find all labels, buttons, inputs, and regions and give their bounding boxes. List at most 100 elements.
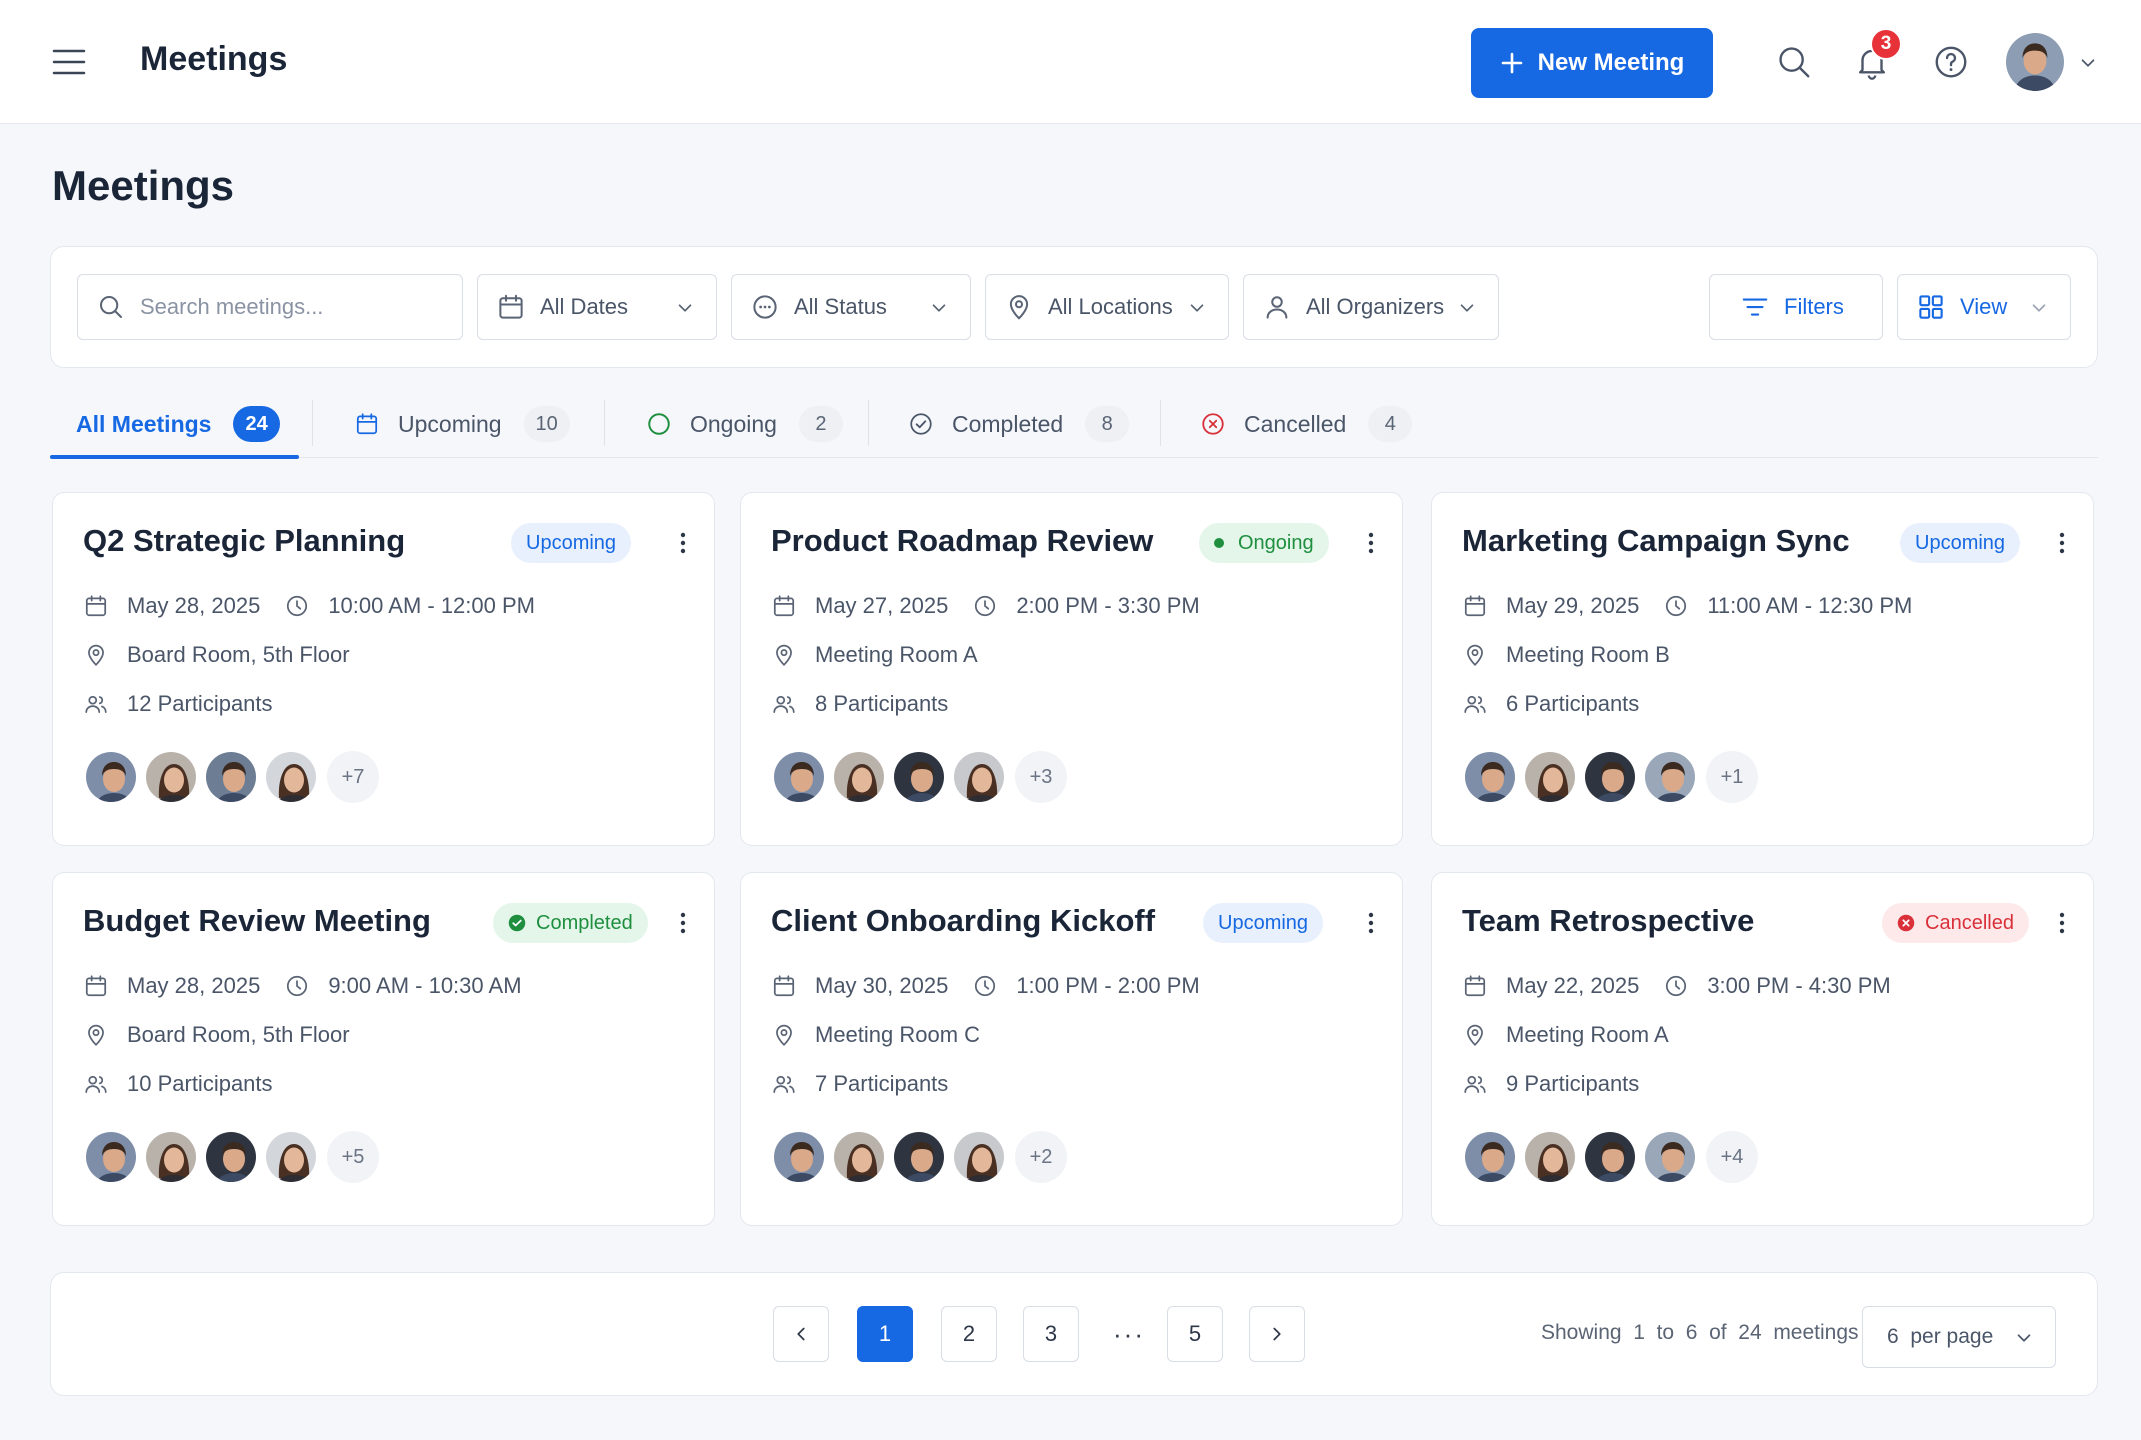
meeting-time: 10:00 AM - 12:00 PM	[328, 593, 535, 618]
participant-avatars: +2	[771, 1129, 1067, 1185]
avatar[interactable]	[951, 1129, 1007, 1185]
avatar[interactable]	[1462, 1129, 1518, 1185]
avatar[interactable]	[1522, 1129, 1578, 1185]
dates-dropdown[interactable]: All Dates	[477, 274, 717, 340]
more-participants-count[interactable]: +7	[327, 751, 379, 803]
per-page-dropdown[interactable]: 6 per page	[1862, 1306, 2056, 1368]
meeting-time: 9:00 AM - 10:30 AM	[328, 973, 522, 998]
avatar[interactable]	[951, 749, 1007, 805]
avatar[interactable]	[143, 1129, 199, 1185]
search-input[interactable]	[140, 294, 430, 320]
avatar[interactable]	[1462, 749, 1518, 805]
app-title: Meetings	[140, 40, 288, 78]
locations-dropdown[interactable]: All Locations	[985, 274, 1229, 340]
kebab-icon[interactable]	[1359, 527, 1383, 559]
clock-icon	[972, 593, 998, 619]
location-icon	[1004, 292, 1034, 322]
avatar[interactable]	[771, 749, 827, 805]
organizers-dropdown[interactable]: All Organizers	[1243, 274, 1499, 340]
filter-bar: All Dates All Status All Locations All O…	[50, 246, 2098, 368]
next-page-button[interactable]	[1249, 1306, 1305, 1362]
participants-icon	[1462, 691, 1488, 717]
page-button-1[interactable]: 1	[857, 1306, 913, 1362]
menu-icon[interactable]	[52, 48, 86, 76]
tab-completed[interactable]: Completed 8	[908, 390, 1130, 458]
new-meeting-button[interactable]: New Meeting	[1471, 28, 1713, 98]
calendar-icon	[83, 973, 109, 999]
x-circle-icon	[1202, 413, 1224, 435]
profile-avatar[interactable]	[2006, 33, 2064, 91]
more-participants-count[interactable]: +3	[1015, 751, 1067, 803]
meeting-title: Product Roadmap Review	[771, 523, 1154, 558]
meeting-location: Meeting Room A	[815, 642, 978, 667]
avatar[interactable]	[831, 749, 887, 805]
avatar[interactable]	[1582, 749, 1638, 805]
view-dropdown[interactable]: View	[1897, 274, 2071, 340]
page-button-2[interactable]: 2	[941, 1306, 997, 1362]
meeting-card[interactable]: Marketing Campaign Sync Upcoming May 29,…	[1431, 492, 2094, 846]
avatar[interactable]	[891, 749, 947, 805]
filters-button[interactable]: Filters	[1709, 274, 1883, 340]
meeting-card[interactable]: Team Retrospective Cancelled May 22, 202…	[1431, 872, 2094, 1226]
kebab-icon[interactable]	[671, 527, 695, 559]
avatar[interactable]	[143, 749, 199, 805]
meeting-date: May 27, 2025	[815, 593, 949, 618]
meeting-card[interactable]: Product Roadmap Review Ongoing May 27, 2…	[740, 492, 1403, 846]
page-button-5[interactable]: 5	[1167, 1306, 1223, 1362]
more-participants-count[interactable]: +1	[1706, 751, 1758, 803]
prev-page-button[interactable]	[773, 1306, 829, 1362]
page-button-3[interactable]: 3	[1023, 1306, 1079, 1362]
search-icon	[100, 296, 122, 318]
avatar[interactable]	[891, 1129, 947, 1185]
avatar[interactable]	[1642, 749, 1698, 805]
tab-label: All Meetings	[76, 410, 212, 437]
meeting-time: 3:00 PM - 4:30 PM	[1707, 973, 1891, 998]
chevron-down-icon	[2013, 1327, 2035, 1349]
tab-upcoming[interactable]: Upcoming 10	[354, 390, 570, 458]
meeting-card[interactable]: Q2 Strategic Planning Upcoming May 28, 2…	[52, 492, 715, 846]
search-icon[interactable]	[1772, 40, 1816, 84]
avatar[interactable]	[203, 749, 259, 805]
live-dot-icon	[1214, 538, 1224, 548]
tab-count: 2	[798, 406, 843, 442]
meeting-participants: 7 Participants	[815, 1071, 949, 1096]
results-summary: Showing 1 to 6 of 24 meetings	[1541, 1321, 1859, 1344]
person-icon	[1266, 296, 1288, 319]
more-participants-count[interactable]: +4	[1706, 1131, 1758, 1183]
avatar[interactable]	[203, 1129, 259, 1185]
view-label: View	[1960, 294, 2008, 319]
status-badge-label: Cancelled	[1925, 911, 2014, 934]
more-participants-count[interactable]: +5	[327, 1131, 379, 1183]
meeting-date: May 22, 2025	[1506, 973, 1640, 998]
tab-label: Cancelled	[1244, 410, 1347, 437]
avatar[interactable]	[83, 749, 139, 805]
meeting-card[interactable]: Budget Review Meeting Completed May 28, …	[52, 872, 715, 1226]
tab-all-meetings[interactable]: All Meetings 24	[76, 390, 280, 458]
kebab-icon[interactable]	[671, 907, 695, 939]
tab-count: 4	[1368, 406, 1413, 442]
status-badge-label: Upcoming	[1218, 911, 1309, 934]
avatar[interactable]	[1642, 1129, 1698, 1185]
avatar[interactable]	[263, 1129, 319, 1185]
meeting-card[interactable]: Client Onboarding Kickoff Upcoming May 3…	[740, 872, 1403, 1226]
search-field[interactable]	[77, 274, 463, 340]
chevron-down-icon[interactable]	[2077, 52, 2099, 74]
kebab-icon[interactable]	[2050, 907, 2074, 939]
kebab-icon[interactable]	[2050, 527, 2074, 559]
avatar[interactable]	[771, 1129, 827, 1185]
avatar[interactable]	[83, 1129, 139, 1185]
plus-icon	[1500, 51, 1524, 75]
avatar[interactable]	[263, 749, 319, 805]
avatar[interactable]	[1522, 749, 1578, 805]
tab-cancelled[interactable]: Cancelled 4	[1200, 390, 1413, 458]
clock-icon	[284, 593, 310, 619]
more-participants-count[interactable]: +2	[1015, 1131, 1067, 1183]
top-bar: Meetings New Meeting 3	[0, 0, 2141, 124]
tab-label: Completed	[952, 410, 1064, 437]
avatar[interactable]	[831, 1129, 887, 1185]
kebab-icon[interactable]	[1359, 907, 1383, 939]
help-icon[interactable]	[1929, 40, 1973, 84]
tab-ongoing[interactable]: Ongoing 2	[646, 390, 843, 458]
avatar[interactable]	[1582, 1129, 1638, 1185]
status-dropdown[interactable]: All Status	[731, 274, 971, 340]
